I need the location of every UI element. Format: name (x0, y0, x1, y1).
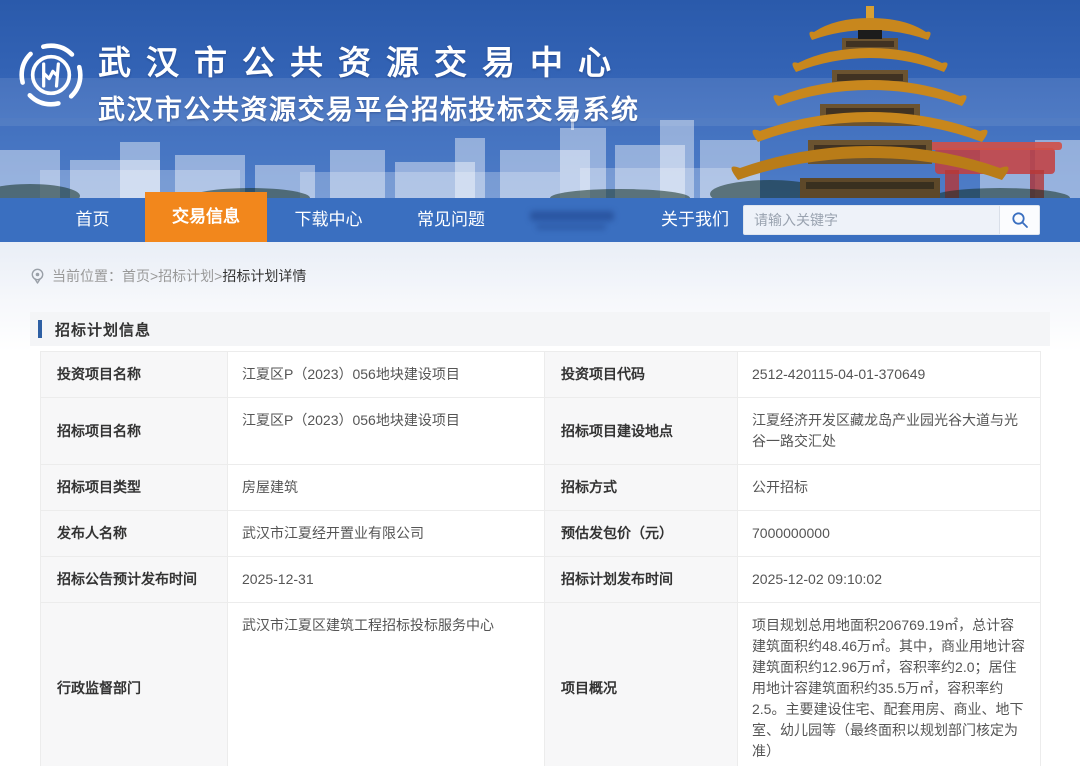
site-logo-icon (18, 42, 84, 108)
nav-item-downloads[interactable]: 下载中心 (267, 198, 390, 242)
nav-item-redacted[interactable] (512, 198, 630, 242)
field-value: 项目规划总用地面积206769.19㎡，总计容建筑面积约48.46万㎡。其中，商… (738, 603, 1041, 766)
search-box (743, 205, 1040, 235)
table-row: 投资项目名称 江夏区P（2023）056地块建设项目 投资项目代码 2512-4… (41, 352, 1041, 398)
plan-info-card: 招标计划信息 投资项目名称 江夏区P（2023）056地块建设项目 投资项目代码… (30, 312, 1050, 766)
breadcrumb-current: 招标计划详情 (222, 266, 306, 286)
field-value: 7000000000 (738, 511, 1041, 557)
table-row: 发布人名称 武汉市江夏经开置业有限公司 预估发包价（元） 7000000000 (41, 511, 1041, 557)
redacted-text-smudge (530, 211, 614, 221)
field-label: 招标方式 (545, 465, 738, 511)
field-value: 公开招标 (738, 465, 1041, 511)
site-banner: 武汉市公共资源交易中心 武汉市公共资源交易平台招标投标交易系统 (0, 0, 1080, 198)
search-button[interactable] (999, 206, 1039, 234)
accent-bar (38, 320, 42, 338)
site-subtitle: 武汉市公共资源交易平台招标投标交易系统 (98, 88, 640, 127)
table-row: 行政监督部门 武汉市江夏区建筑工程招标投标服务中心 项目概况 项目规划总用地面积… (41, 603, 1041, 766)
field-label: 预估发包价（元） (545, 511, 738, 557)
field-label: 投资项目代码 (545, 352, 738, 398)
site-title: 武汉市公共资源交易中心 (98, 36, 640, 84)
redacted-text-smudge (536, 224, 606, 230)
table-row: 招标项目类型 房屋建筑 招标方式 公开招标 (41, 465, 1041, 511)
field-value: 房屋建筑 (228, 465, 545, 511)
field-value: 武汉市江夏经开置业有限公司 (228, 511, 545, 557)
page-content: 当前位置： 首页>招标计划> 招标计划详情 招标计划信息 投资项目名称 江夏区P… (0, 242, 1080, 766)
field-label: 招标计划发布时间 (545, 557, 738, 603)
breadcrumb-trail[interactable]: 首页>招标计划> (122, 266, 222, 286)
field-value: 2025-12-31 (228, 557, 545, 603)
field-label: 招标公告预计发布时间 (41, 557, 228, 603)
field-value: 江夏经济开发区藏龙岛产业园光谷大道与光谷一路交汇处 (738, 398, 1041, 465)
breadcrumb-label: 当前位置： (52, 266, 122, 286)
brand: 武汉市公共资源交易中心 武汉市公共资源交易平台招标投标交易系统 (18, 36, 640, 127)
field-label: 招标项目名称 (41, 398, 228, 465)
field-label: 招标项目建设地点 (545, 398, 738, 465)
search-icon (1011, 211, 1029, 229)
field-label: 投资项目名称 (41, 352, 228, 398)
field-value: 2512-420115-04-01-370649 (738, 352, 1041, 398)
field-value: 江夏区P（2023）056地块建设项目 (228, 398, 545, 465)
field-value: 2025-12-02 09:10:02 (738, 557, 1041, 603)
field-label: 发布人名称 (41, 511, 228, 557)
field-label: 行政监督部门 (41, 603, 228, 766)
breadcrumb: 当前位置： 首页>招标计划> 招标计划详情 (0, 242, 1080, 286)
nav-item-trade-info[interactable]: 交易信息 (145, 192, 267, 242)
table-row: 招标项目名称 江夏区P（2023）056地块建设项目 招标项目建设地点 江夏经济… (41, 398, 1041, 465)
field-label: 招标项目类型 (41, 465, 228, 511)
field-value: 武汉市江夏区建筑工程招标投标服务中心 (228, 603, 545, 766)
section-header: 招标计划信息 (30, 312, 1050, 346)
nav-item-home[interactable]: 首页 (40, 198, 145, 242)
field-value: 江夏区P（2023）056地块建设项目 (228, 352, 545, 398)
location-pin-icon (30, 268, 45, 284)
table-row: 招标公告预计发布时间 2025-12-31 招标计划发布时间 2025-12-0… (41, 557, 1041, 603)
nav-item-about[interactable]: 关于我们 (630, 198, 760, 242)
nav-item-faq[interactable]: 常见问题 (390, 198, 512, 242)
plan-info-table: 投资项目名称 江夏区P（2023）056地块建设项目 投资项目代码 2512-4… (40, 351, 1041, 766)
main-nav: 首页 交易信息 下载中心 常见问题 关于我们 (0, 198, 1080, 242)
field-label: 项目概况 (545, 603, 738, 766)
search-input[interactable] (744, 206, 999, 234)
section-title: 招标计划信息 (55, 319, 151, 340)
